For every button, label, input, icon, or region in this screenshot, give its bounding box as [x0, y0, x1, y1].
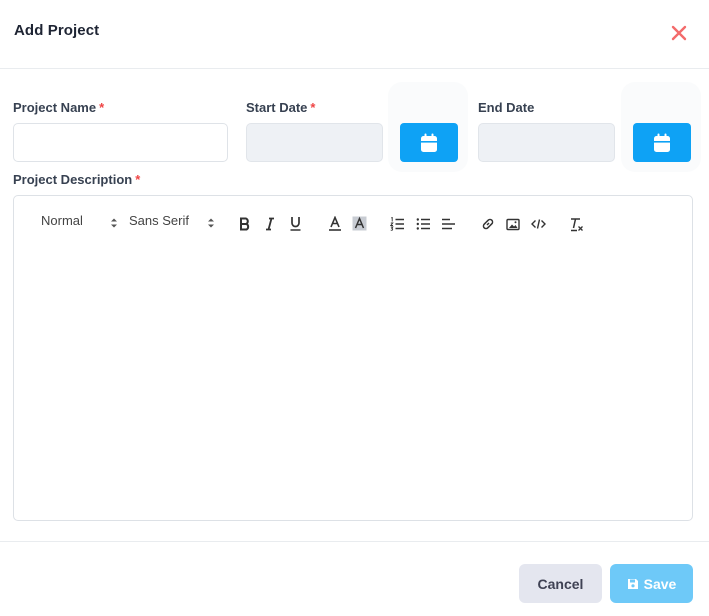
size-picker[interactable]: Normal: [41, 213, 83, 228]
required-mark: *: [135, 172, 141, 187]
font-picker[interactable]: Sans Serif: [129, 213, 189, 228]
ordered-list-icon[interactable]: [389, 216, 405, 232]
modal-footer: Cancel Save: [0, 541, 709, 616]
start-date-label-text: Start Date: [246, 100, 308, 115]
chevron-updown-icon[interactable]: [207, 217, 215, 229]
italic-icon[interactable]: [263, 216, 277, 232]
project-name-input[interactable]: [13, 123, 228, 162]
project-description-label: Project Description *: [13, 172, 140, 187]
start-date-calendar-button[interactable]: [400, 123, 458, 162]
chevron-updown-icon[interactable]: [110, 217, 118, 229]
modal-title: Add Project: [14, 22, 100, 39]
project-name-label-text: Project Name: [13, 100, 97, 115]
underline-icon[interactable]: [288, 216, 302, 232]
required-mark: *: [99, 100, 105, 115]
save-button[interactable]: Save: [610, 564, 693, 603]
editor-content[interactable]: [14, 252, 692, 520]
code-icon[interactable]: [530, 216, 546, 232]
rich-text-editor[interactable]: Normal Sans Serif: [13, 195, 693, 521]
add-project-modal: Add Project Project Name * Start Date * En…: [0, 0, 709, 616]
align-icon[interactable]: [440, 216, 456, 232]
start-date-input[interactable]: [246, 123, 383, 162]
calendar-icon: [421, 133, 437, 152]
background-color-icon[interactable]: [351, 216, 367, 232]
cancel-button[interactable]: Cancel: [519, 564, 602, 603]
bold-icon[interactable]: [238, 216, 252, 232]
bullet-list-icon[interactable]: [415, 216, 431, 232]
end-date-label-text: End Date: [478, 100, 535, 115]
save-button-label: Save: [643, 575, 677, 592]
project-name-label: Project Name *: [13, 100, 104, 115]
end-date-label: End Date: [478, 100, 534, 115]
save-icon: [627, 578, 638, 589]
clear-format-icon[interactable]: [568, 216, 584, 232]
end-date-calendar-button[interactable]: [633, 123, 691, 162]
modal-header: Add Project: [0, 0, 709, 69]
cancel-button-label: Cancel: [537, 575, 584, 592]
close-icon[interactable]: [668, 22, 690, 44]
editor-toolbar: Normal Sans Serif: [14, 196, 692, 252]
image-icon[interactable]: [505, 216, 521, 232]
required-mark: *: [310, 100, 316, 115]
start-date-label: Start Date *: [246, 100, 315, 115]
link-icon[interactable]: [480, 216, 496, 232]
text-color-icon[interactable]: [327, 216, 343, 232]
calendar-icon: [654, 133, 670, 152]
project-description-label-text: Project Description: [13, 172, 133, 187]
end-date-input[interactable]: [478, 123, 615, 162]
